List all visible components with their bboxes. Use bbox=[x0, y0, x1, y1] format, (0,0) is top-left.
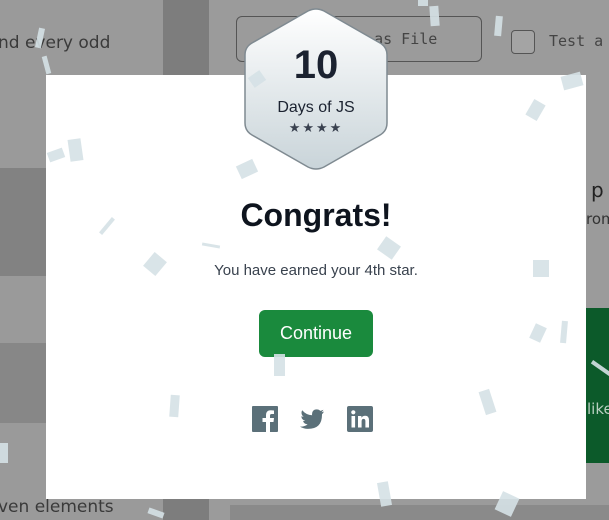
result-heading: p bbox=[591, 178, 604, 202]
confetti-piece bbox=[429, 5, 440, 27]
description-text: ven elements bbox=[0, 497, 114, 517]
success-banner-text: like bbox=[587, 400, 609, 418]
test-custom-input-checkbox[interactable] bbox=[511, 30, 535, 54]
confetti-piece bbox=[533, 260, 549, 277]
continue-button[interactable]: Continue bbox=[259, 310, 373, 357]
facebook-icon[interactable] bbox=[251, 405, 279, 433]
description-text: nd every odd bbox=[0, 33, 111, 53]
confetti-piece bbox=[274, 354, 285, 376]
code-block bbox=[0, 168, 46, 276]
days-of-js-badge: 10 Days of JS ★★★★ bbox=[242, 7, 390, 171]
confetti-piece bbox=[0, 443, 8, 463]
footer-bar bbox=[230, 505, 609, 520]
modal-message: You have earned your 4th star. bbox=[214, 262, 418, 279]
modal-title: Congrats! bbox=[240, 197, 392, 233]
badge-label: Days of JS bbox=[277, 99, 355, 116]
confetti-piece bbox=[169, 394, 180, 418]
test-custom-input-label: Test a bbox=[549, 32, 604, 50]
twitter-icon[interactable] bbox=[298, 405, 326, 433]
code-block bbox=[0, 343, 46, 423]
success-banner bbox=[586, 308, 609, 463]
badge-stars: ★★★★ bbox=[288, 121, 344, 136]
hexagon-badge-shape bbox=[244, 8, 388, 170]
linkedin-icon[interactable] bbox=[346, 405, 374, 433]
result-text: rom bbox=[586, 210, 609, 228]
confetti-piece bbox=[418, 0, 428, 6]
